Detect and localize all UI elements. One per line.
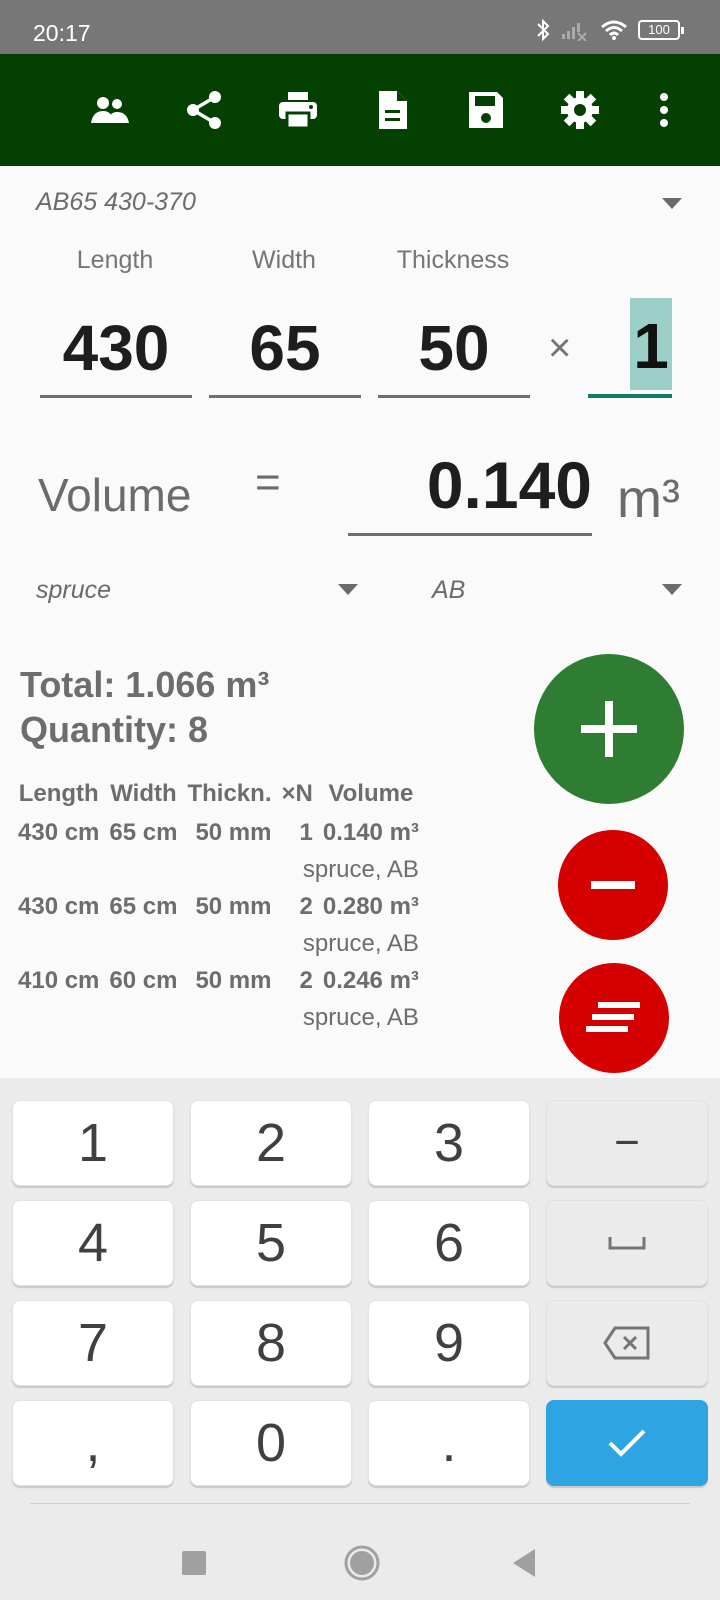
chevron-down-icon[interactable] (338, 584, 358, 595)
wifi-icon (601, 20, 627, 40)
key-5[interactable]: 5 (190, 1200, 352, 1286)
share-icon[interactable] (184, 90, 224, 130)
nav-home-button[interactable] (342, 1543, 382, 1583)
app-toolbar (0, 54, 720, 166)
table-row-sub: spruce, AB (302, 856, 419, 883)
key-0[interactable]: 0 (190, 1400, 352, 1486)
calculator-form: AB65 430-370 Length Width Thickness 430 … (0, 166, 720, 1078)
table-header: Length Width Thickn. ×N Volume (18, 780, 429, 814)
equals-sign: = (255, 458, 281, 507)
table-row-sub: spruce, AB (302, 930, 419, 957)
more-vert-icon[interactable] (654, 90, 674, 130)
key-6[interactable]: 6 (368, 1200, 530, 1286)
width-label: Width (252, 246, 316, 274)
remove-button[interactable] (558, 830, 668, 940)
key-confirm[interactable] (546, 1400, 708, 1486)
key-8[interactable]: 8 (190, 1300, 352, 1386)
battery-icon: 100 (638, 20, 684, 40)
quantity-value: 1 (630, 298, 672, 390)
width-input[interactable]: 65 (209, 306, 361, 398)
table-row[interactable]: 430 cm 65 cm 50 mm 1 0.140 m³ (18, 814, 429, 851)
length-label: Length (76, 246, 154, 274)
thickness-label: Thickness (396, 246, 510, 274)
square-icon (182, 1551, 206, 1575)
col-n: ×N (281, 780, 313, 807)
volume-unit: m³ (617, 469, 680, 529)
key-dot[interactable]: . (368, 1400, 530, 1486)
volume-label: Volume (38, 469, 192, 521)
key-4[interactable]: 4 (12, 1200, 174, 1286)
quantity-input[interactable]: 1 (588, 296, 672, 398)
space-icon (608, 1237, 646, 1250)
people-icon[interactable] (90, 90, 130, 130)
add-button[interactable] (534, 654, 684, 804)
nav-recents-button[interactable] (174, 1543, 214, 1583)
summary: Total: 1.066 m³ Quantity: 8 (20, 662, 269, 752)
key-backspace[interactable] (546, 1300, 708, 1386)
col-thickness: Thickn. (187, 780, 272, 807)
key-7[interactable]: 7 (12, 1300, 174, 1386)
numeric-keyboard: 1 2 3 − 4 5 6 7 8 9 , 0 . (0, 1078, 720, 1600)
status-time: 20:17 (33, 20, 91, 46)
check-icon (608, 1429, 646, 1457)
key-comma[interactable]: , (12, 1400, 174, 1486)
times-sign: × (548, 326, 572, 370)
table-row[interactable]: 430 cm 65 cm 50 mm 2 0.280 m³ (18, 888, 429, 925)
col-length: Length (18, 780, 99, 807)
backspace-icon (603, 1326, 650, 1360)
grade-select[interactable]: AB (432, 576, 465, 605)
print-icon[interactable] (278, 90, 318, 130)
status-bar: 20:17 100 (0, 0, 720, 54)
col-width: Width (110, 780, 177, 807)
key-2[interactable]: 2 (190, 1100, 352, 1186)
table-row-sub: spruce, AB (302, 1004, 419, 1031)
back-triangle-icon (513, 1549, 535, 1577)
key-1[interactable]: 1 (12, 1100, 174, 1186)
thickness-input[interactable]: 50 (378, 306, 530, 398)
bluetooth-icon (537, 18, 550, 42)
chevron-down-icon[interactable] (662, 198, 682, 209)
items-table: Length Width Thickn. ×N Volume 430 cm 65… (18, 780, 429, 1036)
minus-icon (591, 881, 635, 889)
list-button[interactable] (559, 963, 669, 1073)
total-volume: Total: 1.066 m³ (20, 664, 270, 705)
wood-type-select[interactable]: spruce (36, 576, 111, 605)
chevron-down-icon[interactable] (662, 584, 682, 595)
divider (30, 1503, 690, 1504)
document-icon[interactable] (372, 90, 412, 130)
length-input[interactable]: 430 (40, 306, 192, 398)
preset-select[interactable]: AB65 430-370 (36, 188, 196, 217)
save-icon[interactable] (466, 90, 506, 130)
nav-back-button[interactable] (504, 1543, 544, 1583)
circle-icon (344, 1545, 380, 1581)
table-row[interactable]: 410 cm 60 cm 50 mm 2 0.246 m³ (18, 962, 429, 999)
key-3[interactable]: 3 (368, 1100, 530, 1186)
key-space[interactable] (546, 1200, 708, 1286)
list-icon (586, 1002, 640, 1032)
key-9[interactable]: 9 (368, 1300, 530, 1386)
col-volume: Volume (328, 780, 414, 807)
plus-icon (581, 701, 637, 757)
volume-value: 0.140 (348, 444, 592, 536)
key-minus[interactable]: − (546, 1100, 708, 1186)
gear-icon[interactable] (560, 90, 600, 130)
total-quantity: Quantity: 8 (20, 709, 209, 750)
signal-off-icon (562, 23, 587, 41)
